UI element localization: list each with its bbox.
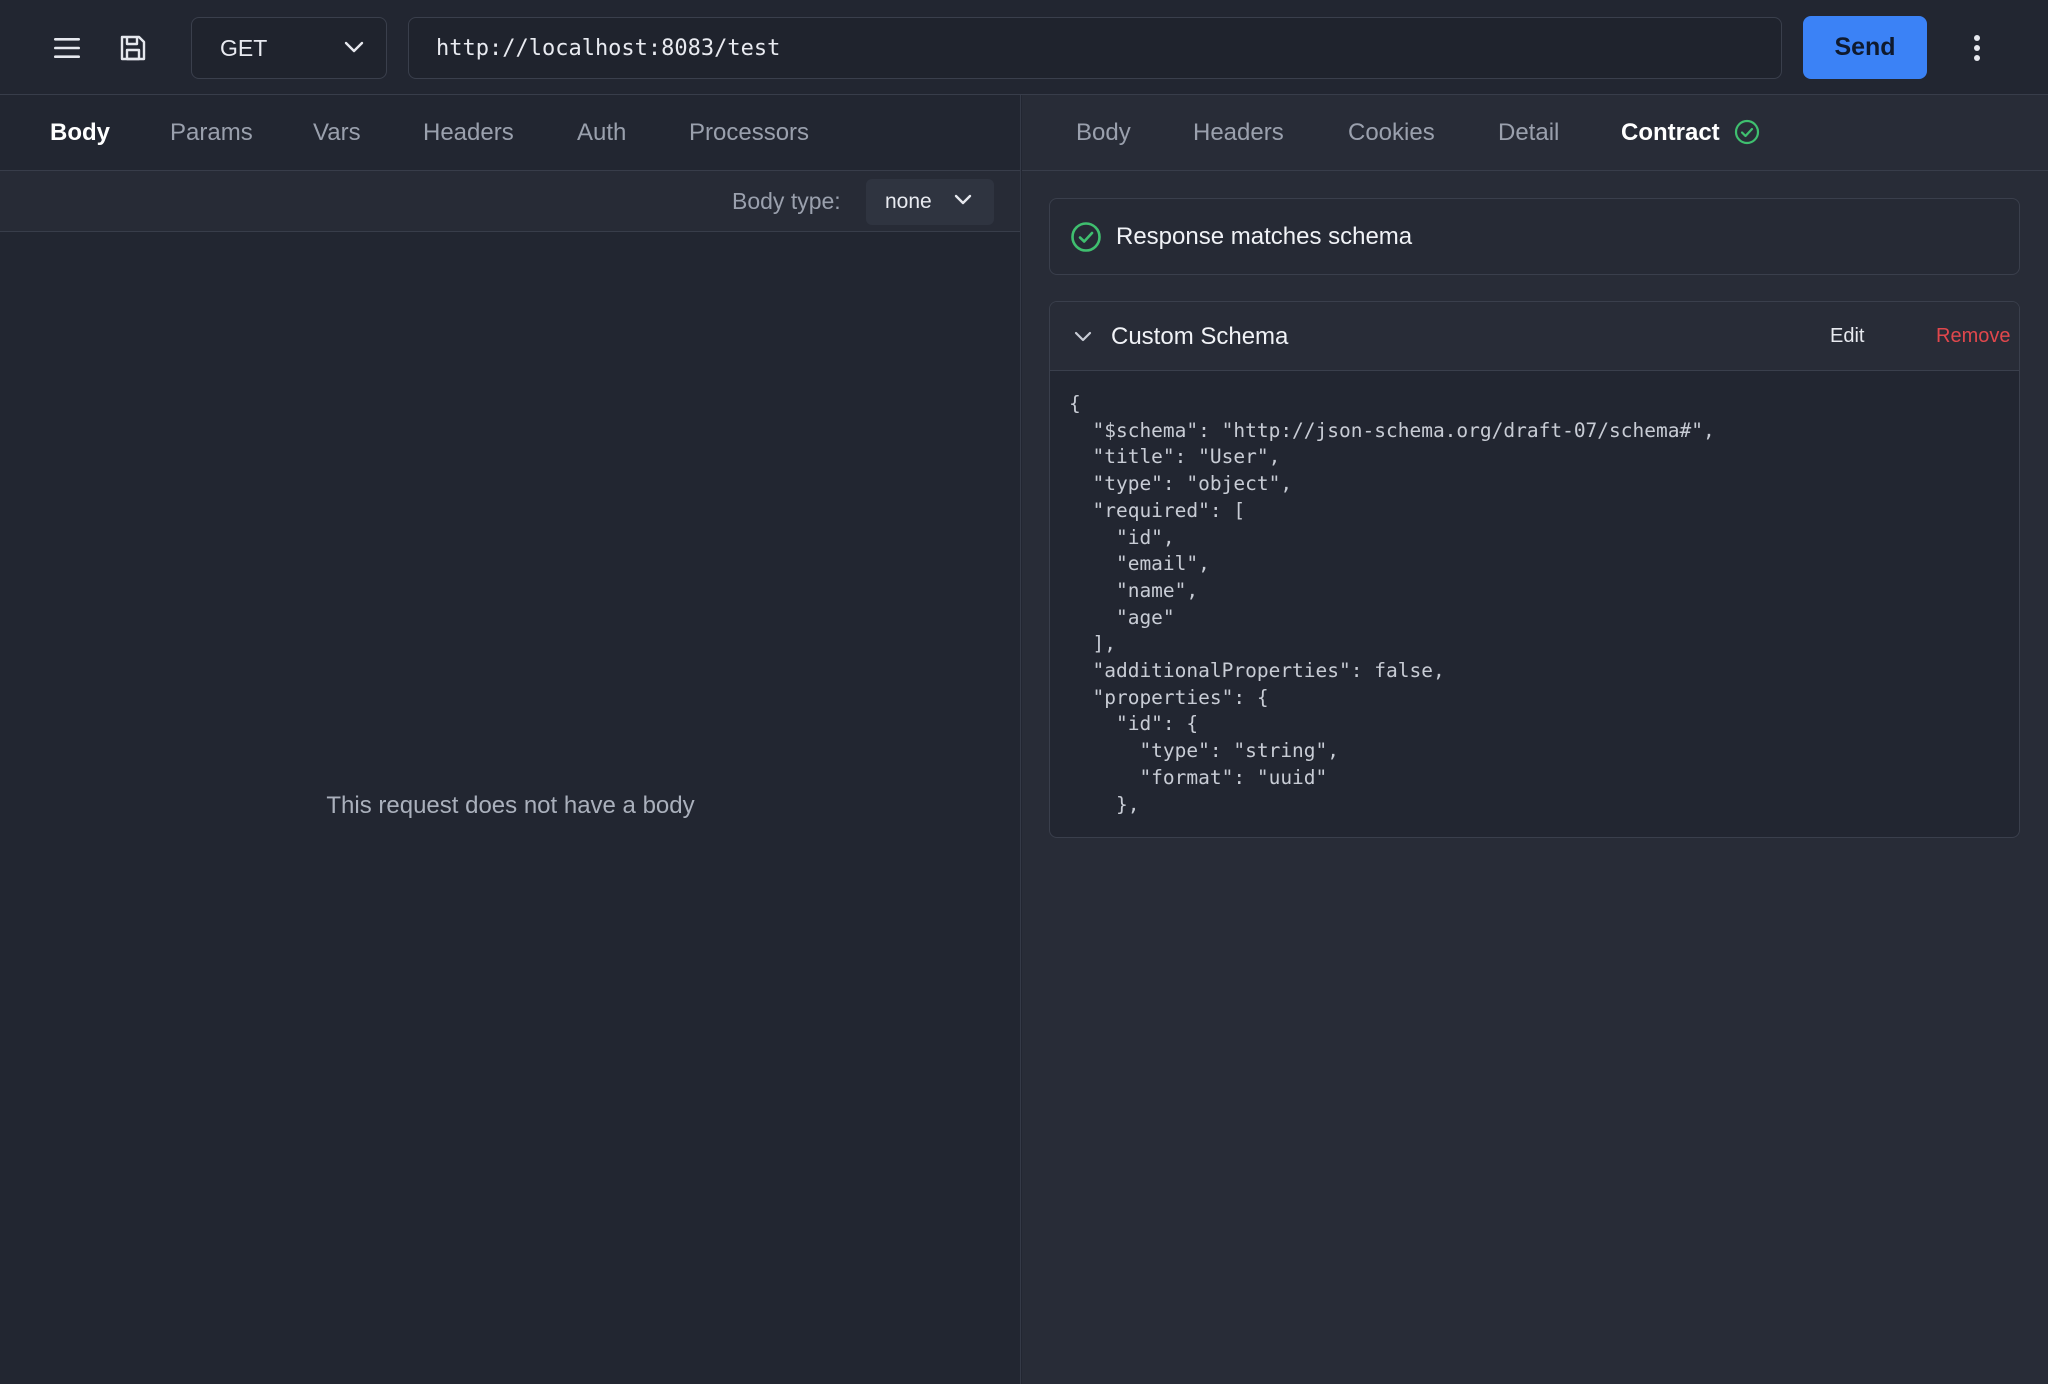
response-tab-headers[interactable]: Headers <box>1193 95 1284 171</box>
check-circle-icon <box>1735 119 1760 145</box>
method-select[interactable]: GET <box>191 17 387 79</box>
body-type-select[interactable]: none <box>866 179 994 225</box>
top-toolbar: GET http://localhost:8083/test Send <box>0 0 2048 95</box>
custom-schema-header: Custom Schema Edit Remove <box>1050 302 2019 371</box>
response-tab-cookies[interactable]: Cookies <box>1348 95 1435 171</box>
response-tab-body[interactable]: Body <box>1076 95 1131 171</box>
request-tab-params[interactable]: Params <box>170 95 253 171</box>
request-tab-vars[interactable]: Vars <box>313 95 361 171</box>
floppy-disk-icon <box>120 35 146 61</box>
custom-schema-title: Custom Schema <box>1111 323 1289 350</box>
schema-match-status: Response matches schema <box>1049 198 2020 275</box>
body-type-label: Body type: <box>732 188 841 214</box>
request-panel: Body Params Vars Headers Auth Processors… <box>0 95 1021 1384</box>
save-button[interactable] <box>107 22 159 74</box>
chevron-down-icon <box>344 41 364 53</box>
request-tab-processors[interactable]: Processors <box>689 95 809 171</box>
chevron-down-icon <box>954 194 972 205</box>
send-button[interactable]: Send <box>1803 16 1927 79</box>
schema-code: { "$schema": "http://json-schema.org/dra… <box>1069 392 1715 816</box>
response-tab-contract[interactable]: Contract <box>1621 95 1760 171</box>
hamburger-menu-icon <box>54 38 80 58</box>
request-tab-body[interactable]: Body <box>50 95 110 171</box>
response-tab-contract-label: Contract <box>1621 119 1720 146</box>
empty-body-message: This request does not have a body <box>326 792 695 819</box>
edit-schema-button[interactable]: Edit <box>1830 302 1864 371</box>
response-tabs: Body Headers Cookies Detail Contract <box>1022 95 2048 171</box>
check-circle-icon <box>1071 221 1101 252</box>
response-tab-detail[interactable]: Detail <box>1498 95 1559 171</box>
body-type-bar: Body type: none <box>0 171 1020 232</box>
url-input[interactable]: http://localhost:8083/test <box>408 17 1782 79</box>
url-value: http://localhost:8083/test <box>436 35 781 61</box>
kebab-menu-icon <box>1974 35 1980 61</box>
schema-match-text: Response matches schema <box>1116 222 1413 250</box>
menu-button[interactable] <box>41 22 93 74</box>
request-tab-auth[interactable]: Auth <box>577 95 626 171</box>
chevron-down-icon[interactable] <box>1074 331 1092 343</box>
custom-schema-card: Custom Schema Edit Remove { "$schema": "… <box>1049 301 2020 838</box>
more-options-button[interactable] <box>1952 22 2002 74</box>
remove-schema-button[interactable]: Remove <box>1936 302 2010 371</box>
method-value: GET <box>220 34 268 61</box>
request-tab-headers[interactable]: Headers <box>423 95 514 171</box>
body-type-value: none <box>885 190 932 213</box>
response-panel: Body Headers Cookies Detail Contract Res… <box>1022 95 2048 1384</box>
request-tabs: Body Params Vars Headers Auth Processors <box>0 95 1020 171</box>
